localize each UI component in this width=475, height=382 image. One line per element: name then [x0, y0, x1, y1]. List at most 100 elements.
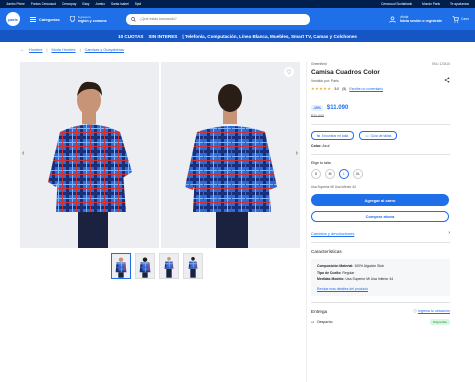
topbar-link[interactable]: Jumbo Prime — [6, 2, 25, 6]
promo-banner[interactable]: 10 CUOTAS SIN INTERES | Telefonía, Compu… — [0, 30, 475, 42]
thumbnail-illustration — [184, 254, 202, 278]
location-link-label: Ingresa tu ubicación — [417, 309, 450, 313]
spec-key: Composición Material: — [317, 264, 354, 268]
color-row: Color: Azul — [311, 144, 450, 148]
search-icon — [131, 16, 137, 22]
topbar-link[interactable]: Spid — [135, 2, 141, 6]
truck-icon: ▭ — [311, 320, 315, 324]
size-option[interactable]: S — [311, 169, 321, 179]
prev-image-arrow[interactable]: ‹ — [22, 150, 24, 157]
cart-label: Carro — [461, 17, 469, 21]
size-option[interactable]: XL — [353, 169, 363, 179]
login-link[interactable]: ¡Hola! Inicia sesión o regístrate — [389, 15, 442, 23]
back-arrow-icon[interactable]: ← — [20, 47, 25, 53]
buy-now-button[interactable]: Comprar ahora — [311, 211, 449, 222]
location-link[interactable]: ⓘ Ingresa tu ubicación — [413, 309, 450, 314]
cart-button[interactable]: Carro — [452, 15, 469, 23]
cart-icon — [452, 15, 459, 23]
promo-interes: SIN INTERES — [148, 33, 178, 39]
product-title: Camisa Cuadros Color — [311, 69, 380, 76]
location-label: Ingresa tu — [77, 15, 92, 19]
product-details-link[interactable]: Revisar más detalles del producto — [317, 287, 368, 291]
guide-icon: ▭ — [365, 133, 369, 138]
topbar-link[interactable]: Te ayudamos — [450, 2, 469, 6]
product-image-back[interactable]: ♡ › — [161, 62, 300, 248]
topbar-link[interactable]: Mundo Paris — [422, 2, 440, 6]
topbar-link[interactable]: Jumbo — [95, 2, 105, 6]
next-image-arrow[interactable]: › — [296, 150, 298, 157]
price-row: -10% $11.090 — [311, 105, 450, 111]
thumbnail-image[interactable] — [159, 253, 179, 279]
divider — [311, 302, 450, 303]
size-option[interactable]: M — [325, 169, 335, 179]
thumbnail-illustration — [112, 254, 130, 278]
product-brand[interactable]: Greenfield — [311, 62, 327, 66]
size-guide-button[interactable]: ▭ Guía de tallas — [359, 131, 398, 140]
delivery-row: Entrega ⓘ Ingresa tu ubicación — [311, 309, 450, 314]
size-option-selected[interactable]: L — [339, 169, 349, 179]
specs-box: Composición Material: 100% Algodón Slub … — [311, 259, 450, 296]
topbar-link[interactable]: Easy — [82, 2, 89, 6]
model-back-illustration — [161, 62, 300, 248]
returns-link[interactable]: Cambios y devoluciones — [311, 231, 354, 236]
location-value: región y comuna — [77, 19, 107, 23]
main-header: paris Categorías Ingresa tu región y comu… — [0, 8, 475, 30]
shipping-label: Despacho — [317, 320, 333, 324]
search-input[interactable] — [139, 17, 300, 21]
spec-row: Medidas Modelo: Usa Superior M/ Usa Infe… — [317, 276, 444, 283]
color-value: Azul — [322, 144, 330, 148]
search-bar — [126, 13, 311, 25]
thumbnail-illustration — [160, 254, 178, 278]
product-image-front[interactable]: ‹ — [20, 62, 159, 248]
top-utility-bar: Jumbo Prime Puntos Cencosud Cencopay Eas… — [0, 0, 475, 8]
topbar-link[interactable]: Cencosud Scotiabank — [381, 2, 412, 6]
heart-icon[interactable]: ♡ — [284, 67, 294, 77]
breadcrumb-link[interactable]: Hombre — [29, 48, 43, 52]
delivery-title: Entrega — [311, 309, 328, 314]
product-gallery: ‹ ♡ › — [20, 62, 302, 248]
write-review-link[interactable]: Escribe un comentario — [349, 87, 383, 91]
chevron-right-icon: › — [448, 230, 450, 236]
categories-label: Categorías — [39, 16, 60, 22]
current-price: $11.090 — [326, 105, 349, 111]
breadcrumb-separator: | — [79, 48, 81, 52]
topbar-link[interactable]: Cencopay — [62, 2, 76, 6]
divider — [311, 242, 450, 243]
shipping-status-badge: Disponible — [429, 319, 450, 325]
breadcrumb-link[interactable]: Camisas y Guayaberas — [85, 48, 124, 52]
find-size-button[interactable]: ⇆ Encontrar mi talla — [311, 131, 355, 140]
rating-count: (5) — [342, 86, 347, 91]
shipping-row: ▭ Despacho Disponible — [311, 319, 450, 325]
promo-cuotas: 10 CUOTAS — [118, 33, 144, 39]
product-seller: Vendido por: Paris — [311, 79, 339, 83]
thumbnail-image[interactable] — [111, 253, 131, 279]
model-front-illustration — [20, 62, 159, 248]
model-info: Usa Superior M/ Usa Inferior 44 — [311, 185, 356, 189]
product-info-panel: Greenfield SKU 123415 Camisa Cuadros Col… — [306, 62, 450, 382]
location-selector[interactable]: Ingresa tu región y comuna — [69, 15, 107, 23]
location-pin-icon — [69, 16, 75, 22]
paris-logo[interactable]: paris — [6, 12, 20, 26]
menu-icon — [30, 16, 36, 22]
rating-stars: ★★★★★ — [311, 86, 332, 91]
breadcrumb-link[interactable]: Moda Hombre — [52, 48, 76, 52]
spec-key: Medidas Modelo: — [317, 277, 345, 281]
add-to-cart-button[interactable]: Agregar al carro — [311, 194, 449, 206]
rating-row: ★★★★★ 5.0 (5) Escribe un comentario — [311, 86, 450, 91]
share-icon[interactable] — [444, 76, 450, 83]
categories-button[interactable]: Categorías — [30, 16, 60, 22]
ruler-icon: ⇆ — [317, 133, 320, 138]
returns-row[interactable]: Cambios y devoluciones › — [311, 230, 450, 236]
rating-value: 5.0 — [334, 86, 340, 91]
topbar-link[interactable]: Santa Isabel — [111, 2, 129, 6]
spec-value: Regular — [342, 270, 355, 275]
divider — [311, 154, 450, 155]
thumbnail-strip — [111, 253, 203, 279]
discount-badge: -10% — [311, 105, 323, 111]
size-label: Elige tu talla — [311, 161, 331, 165]
thumbnail-image[interactable] — [183, 253, 203, 279]
promo-text: | Telefonía, Computación, Línea Blanca, … — [182, 33, 357, 39]
breadcrumb: ← Hombre | Moda Hombre | Camisas y Guaya… — [20, 47, 124, 53]
thumbnail-image[interactable] — [135, 253, 155, 279]
topbar-link[interactable]: Puntos Cencosud — [31, 2, 56, 6]
